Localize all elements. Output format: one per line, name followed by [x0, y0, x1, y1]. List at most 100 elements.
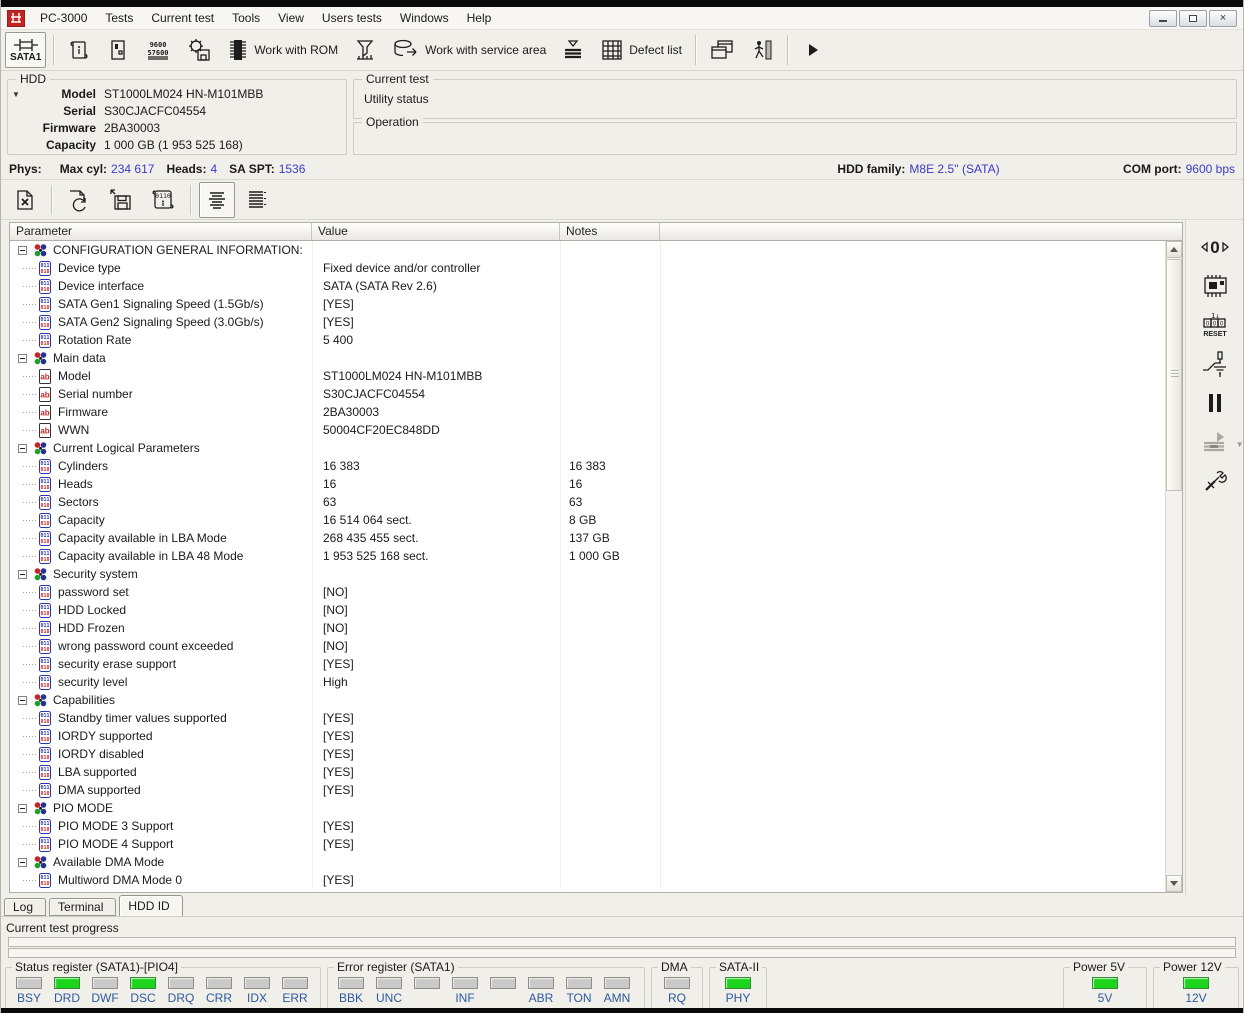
- more-tools-button[interactable]: [795, 32, 831, 68]
- close-test-button[interactable]: [7, 182, 43, 218]
- table-row[interactable]: abWWN50004CF20EC848DD: [10, 421, 1182, 439]
- menu-item-pc-3000[interactable]: PC-3000: [31, 9, 96, 27]
- service-funnel-button[interactable]: ▼: [1193, 423, 1237, 461]
- table-row[interactable]: 011010Rotation Rate5 400: [10, 331, 1182, 349]
- test-graph-button[interactable]: [347, 32, 383, 68]
- tree-collapse-box[interactable]: [18, 354, 27, 363]
- table-row[interactable]: abSerial numberS30CJACFC04554: [10, 385, 1182, 403]
- menu-item-view[interactable]: View: [269, 9, 313, 27]
- table-row[interactable]: 011010security levelHigh: [10, 673, 1182, 691]
- tab-terminal[interactable]: Terminal: [49, 898, 116, 916]
- table-row[interactable]: 011010LBA supported[YES]: [10, 763, 1182, 781]
- table-row[interactable]: 011010HDD Locked[NO]: [10, 601, 1182, 619]
- run-counter-button[interactable]: 0: [1193, 228, 1237, 266]
- tree-collapse-box[interactable]: [18, 696, 27, 705]
- sata1-port-button[interactable]: SATA1: [5, 32, 46, 68]
- pc3000-app-icon[interactable]: [7, 10, 25, 27]
- table-row[interactable]: 011010Multiword DMA Mode 0[YES]: [10, 871, 1182, 889]
- scrollbar-thumb[interactable]: [1166, 259, 1182, 491]
- table-row[interactable]: 011010SATA Gen1 Signaling Speed (1.5Gb/s…: [10, 295, 1182, 313]
- table-row[interactable]: 011010Capacity available in LBA Mode268 …: [10, 529, 1182, 547]
- table-row[interactable]: Capabilities: [10, 691, 1182, 709]
- table-row[interactable]: 011010Capacity available in LBA 48 Mode1…: [10, 547, 1182, 565]
- table-row[interactable]: Security system: [10, 565, 1182, 583]
- tree-connector: [23, 286, 36, 287]
- hdd-select-dropdown-icon[interactable]: ▼: [12, 90, 20, 99]
- table-row[interactable]: abFirmware2BA30003: [10, 403, 1182, 421]
- table-row[interactable]: 011010Heads1616: [10, 475, 1182, 493]
- table-row[interactable]: 011010Cylinders16 38316 383: [10, 457, 1182, 475]
- vertical-scrollbar[interactable]: [1165, 241, 1182, 892]
- table-row[interactable]: CONFIGURATION GENERAL INFORMATION:: [10, 241, 1182, 259]
- menu-item-help[interactable]: Help: [458, 9, 501, 27]
- utilities-button[interactable]: [1193, 462, 1237, 500]
- restore-button[interactable]: [1179, 10, 1207, 27]
- table-row[interactable]: Main data: [10, 349, 1182, 367]
- raw-id-data-button[interactable]: 0110: [144, 182, 182, 218]
- table-row[interactable]: 011010Sectors6363: [10, 493, 1182, 511]
- tester-card-button[interactable]: [100, 32, 136, 68]
- close-button[interactable]: ×: [1209, 10, 1237, 27]
- table-row[interactable]: 011010PIO MODE 3 Support[YES]: [10, 817, 1182, 835]
- table-row[interactable]: 011010Standby timer values supported[YES…: [10, 709, 1182, 727]
- table-row[interactable]: Current Logical Parameters: [10, 439, 1182, 457]
- menu-item-windows[interactable]: Windows: [391, 9, 458, 27]
- tree-collapse-box[interactable]: [18, 570, 27, 579]
- value-cell: [312, 799, 560, 817]
- scroll-up-button[interactable]: [1166, 241, 1182, 258]
- work-with-service-area-button[interactable]: Work with service area: [386, 32, 552, 68]
- tree-connector: [23, 322, 36, 323]
- settings-save-button[interactable]: [180, 32, 218, 68]
- baud-rate-button[interactable]: 960057600: [139, 32, 177, 68]
- menu-item-tools[interactable]: Tools: [223, 9, 269, 27]
- table-row[interactable]: 011010password set[NO]: [10, 583, 1182, 601]
- dropdown-arrow-icon[interactable]: ▼: [1236, 440, 1244, 449]
- table-row[interactable]: 011010IORDY supported[YES]: [10, 727, 1182, 745]
- pause-button[interactable]: [1193, 384, 1237, 422]
- table-row[interactable]: 011010DMA supported[YES]: [10, 781, 1182, 799]
- view-detailed-button[interactable]: [239, 182, 275, 218]
- menu-item-users-tests[interactable]: Users tests: [313, 9, 391, 27]
- table-row[interactable]: 011010wrong password count exceeded[NO]: [10, 637, 1182, 655]
- card-reader-button[interactable]: [1193, 267, 1237, 305]
- defect-list-button[interactable]: Defect list: [594, 32, 688, 68]
- power-switch-button[interactable]: [1193, 345, 1237, 383]
- minimize-button[interactable]: [1149, 10, 1177, 27]
- column-header-value[interactable]: Value: [312, 223, 560, 241]
- led-amn: AMN: [598, 977, 636, 1012]
- tree-collapse-box[interactable]: [18, 444, 27, 453]
- tree-collapse-box[interactable]: [18, 246, 27, 255]
- column-header-notes[interactable]: Notes: [560, 223, 660, 241]
- menu-item-current-test[interactable]: Current test: [142, 9, 223, 27]
- led-ton: TON: [560, 977, 598, 1012]
- menu-item-tests[interactable]: Tests: [96, 9, 142, 27]
- table-row[interactable]: 011010IORDY disabled[YES]: [10, 745, 1182, 763]
- tab-log[interactable]: Log: [4, 898, 46, 916]
- table-row[interactable]: 011010Capacity16 514 064 sect.8 GB: [10, 511, 1182, 529]
- exit-button[interactable]: [744, 32, 780, 68]
- table-row[interactable]: 011010SATA Gen2 Signaling Speed (3.0Gb/s…: [10, 313, 1182, 331]
- table-row[interactable]: 011010Device interfaceSATA (SATA Rev 2.6…: [10, 277, 1182, 295]
- tree-collapse-box[interactable]: [18, 804, 27, 813]
- scroll-down-button[interactable]: [1166, 875, 1182, 892]
- table-row[interactable]: PIO MODE: [10, 799, 1182, 817]
- reread-id-button[interactable]: [60, 182, 98, 218]
- save-data-button[interactable]: [102, 182, 140, 218]
- tab-hdd-id[interactable]: HDD ID: [119, 895, 182, 916]
- table-row[interactable]: abModelST1000LM024 HN-M101MBB: [10, 367, 1182, 385]
- led-indicator: [130, 977, 156, 989]
- table-row[interactable]: Available DMA Mode: [10, 853, 1182, 871]
- led-label: 12V: [1185, 991, 1206, 1005]
- surface-scan-button[interactable]: [555, 32, 591, 68]
- reset-counter-button[interactable]: 1↓000RESET: [1193, 306, 1237, 344]
- tree-collapse-box[interactable]: [18, 858, 27, 867]
- work-with-rom-button[interactable]: Work with ROM: [221, 32, 344, 68]
- table-row[interactable]: 011010PIO MODE 4 Support[YES]: [10, 835, 1182, 853]
- table-row[interactable]: 011010Device typeFixed device and/or con…: [10, 259, 1182, 277]
- view-brief-button[interactable]: [199, 182, 235, 218]
- table-row[interactable]: 011010HDD Frozen[NO]: [10, 619, 1182, 637]
- windows-cascade-button[interactable]: [703, 32, 741, 68]
- utility-report-button[interactable]: [61, 32, 97, 68]
- table-row[interactable]: 011010security erase support[YES]: [10, 655, 1182, 673]
- column-header-parameter[interactable]: Parameter: [10, 223, 312, 241]
